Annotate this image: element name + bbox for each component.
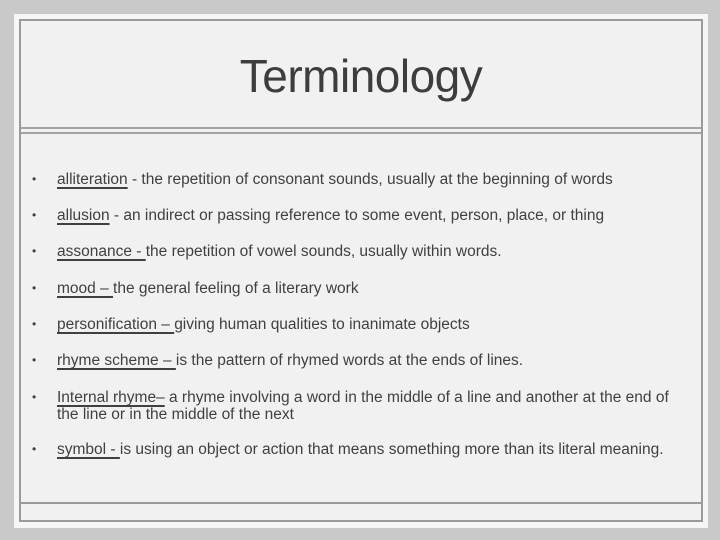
- item-text: mood – the general feeling of a literary…: [57, 280, 687, 297]
- slide-title: Terminology: [239, 50, 483, 102]
- term: rhyme scheme –: [57, 352, 176, 369]
- definition: is using an object or action that means …: [119, 441, 664, 458]
- definition: is the pattern of rhymed words at the en…: [175, 352, 524, 369]
- bullet-icon: •: [32, 172, 37, 186]
- definition: - an indirect or passing reference to so…: [109, 207, 605, 224]
- definition: the repetition of vowel sounds, usually …: [145, 243, 502, 260]
- bullet-icon: •: [32, 353, 37, 367]
- bullet-icon: •: [32, 442, 37, 456]
- term: symbol -: [57, 441, 120, 458]
- title-divider: [21, 132, 701, 134]
- bullet-icon: •: [32, 390, 37, 404]
- term: allusion: [57, 207, 110, 224]
- term: alliteration: [57, 171, 128, 188]
- item-text: Internal rhyme– a rhyme involving a word…: [57, 389, 687, 423]
- definition: - the repetition of consonant sounds, us…: [127, 171, 613, 188]
- bullet-icon: •: [32, 281, 37, 295]
- footer-divider: [21, 502, 701, 504]
- item-text: alliteration - the repetition of consona…: [57, 171, 687, 188]
- term: mood –: [57, 280, 114, 297]
- term: Internal rhyme–: [57, 389, 165, 406]
- title-area: Terminology: [21, 21, 701, 129]
- definition: the general feeling of a literary work: [113, 280, 359, 297]
- item-text: allusion - an indirect or passing refere…: [57, 207, 687, 224]
- bullet-icon: •: [32, 208, 37, 222]
- item-text: personification – giving human qualities…: [57, 316, 687, 333]
- item-text: rhyme scheme – is the pattern of rhymed …: [57, 352, 687, 369]
- slide-frame: Terminology • alliteration - the repetit…: [19, 19, 703, 522]
- item-text: assonance - the repetition of vowel soun…: [57, 243, 687, 260]
- definition: giving human qualities to inanimate obje…: [174, 316, 470, 333]
- bullet-icon: •: [32, 317, 37, 331]
- term: assonance -: [57, 243, 146, 260]
- bullet-icon: •: [32, 244, 37, 258]
- item-text: symbol - is using an object or action th…: [57, 441, 687, 458]
- term: personification –: [57, 316, 175, 333]
